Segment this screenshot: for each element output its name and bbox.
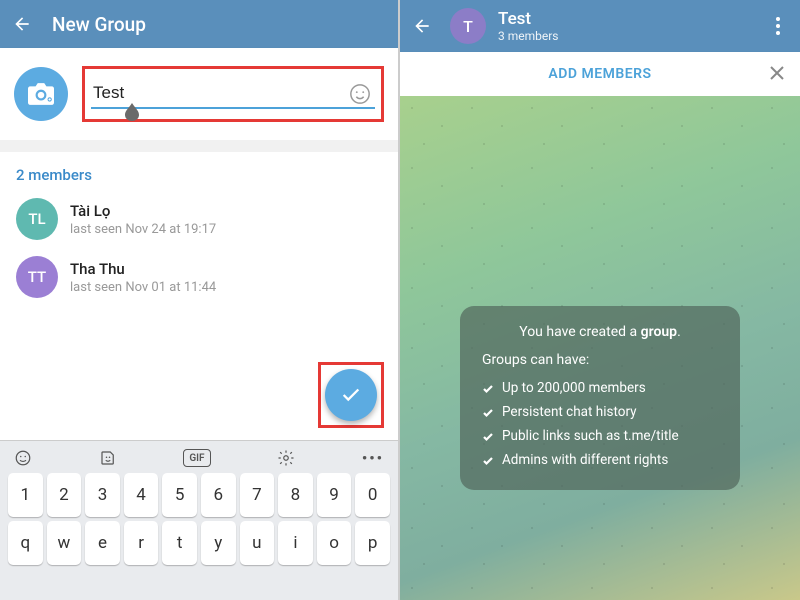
key-5[interactable]: 5 xyxy=(162,473,197,517)
member-row[interactable]: TT Tha Thu last seen Nov 01 at 11:44 xyxy=(0,248,398,306)
header-title: New Group xyxy=(52,13,146,36)
keyboard-number-row: 1234567890 xyxy=(4,473,394,521)
text-cursor-handle-icon[interactable] xyxy=(125,103,139,121)
key-8[interactable]: 8 xyxy=(278,473,313,517)
keyboard-letter-row: qwertyuiop xyxy=(4,521,394,569)
group-setup-section xyxy=(0,48,398,140)
bubble-feature-item: Persistent chat history xyxy=(482,400,718,424)
kb-gif-button[interactable]: GIF xyxy=(183,449,210,467)
members-count-label: 2 members xyxy=(0,152,398,190)
key-4[interactable]: 4 xyxy=(124,473,159,517)
divider xyxy=(0,140,398,152)
key-o[interactable]: o xyxy=(317,521,352,565)
bubble-subhead: Groups can have: xyxy=(482,352,718,368)
keyboard: GIF ••• 1234567890 qwertyuiop xyxy=(0,440,398,600)
confirm-button[interactable] xyxy=(325,369,377,421)
chat-title: Test xyxy=(498,9,766,29)
header: New Group xyxy=(0,0,398,48)
key-q[interactable]: q xyxy=(8,521,43,565)
member-avatar: TT xyxy=(16,256,58,298)
members-list: TL Tài Lọ last seen Nov 24 at 19:17 TT T… xyxy=(0,190,398,306)
emoji-icon[interactable] xyxy=(349,83,371,105)
member-name: Tài Lọ xyxy=(70,202,216,220)
key-t[interactable]: t xyxy=(162,521,197,565)
key-u[interactable]: u xyxy=(240,521,275,565)
key-9[interactable]: 9 xyxy=(317,473,352,517)
bubble-feature-item: Admins with different rights xyxy=(482,448,718,472)
member-name: Tha Thu xyxy=(70,260,216,278)
new-group-screen: New Group 2 members TL Tài Lọ last seen … xyxy=(0,0,400,600)
add-members-button[interactable]: ADD MEMBERS xyxy=(548,66,651,82)
key-e[interactable]: e xyxy=(85,521,120,565)
key-3[interactable]: 3 xyxy=(85,473,120,517)
key-6[interactable]: 6 xyxy=(201,473,236,517)
key-w[interactable]: w xyxy=(47,521,82,565)
key-i[interactable]: i xyxy=(278,521,313,565)
kb-emoji-icon[interactable] xyxy=(14,449,32,467)
key-y[interactable]: y xyxy=(201,521,236,565)
close-icon[interactable] xyxy=(768,64,786,86)
kb-settings-icon[interactable] xyxy=(277,449,295,467)
member-info: Tha Thu last seen Nov 01 at 11:44 xyxy=(70,260,216,295)
member-row[interactable]: TL Tài Lọ last seen Nov 24 at 19:17 xyxy=(0,190,398,248)
kb-sticker-icon[interactable] xyxy=(99,449,117,467)
keyboard-toolbar: GIF ••• xyxy=(4,445,394,473)
chat-header: T Test 3 members xyxy=(400,0,800,52)
back-arrow-icon[interactable] xyxy=(410,14,434,38)
bubble-feature-item: Public links such as t.me/title xyxy=(482,424,718,448)
key-p[interactable]: p xyxy=(355,521,390,565)
member-status: last seen Nov 01 at 11:44 xyxy=(70,280,216,295)
group-created-bubble: You have created a group. Groups can hav… xyxy=(460,306,740,490)
key-0[interactable]: 0 xyxy=(355,473,390,517)
member-status: last seen Nov 24 at 19:17 xyxy=(70,222,216,237)
bubble-feature-list: Up to 200,000 membersPersistent chat his… xyxy=(482,376,718,472)
group-avatar[interactable]: T xyxy=(450,8,486,44)
bubble-feature-item: Up to 200,000 members xyxy=(482,376,718,400)
member-info: Tài Lọ last seen Nov 24 at 19:17 xyxy=(70,202,216,237)
key-r[interactable]: r xyxy=(124,521,159,565)
group-chat-screen: T Test 3 members ADD MEMBERS You have cr… xyxy=(400,0,800,600)
confirm-fab-highlight xyxy=(318,362,384,428)
more-options-icon[interactable] xyxy=(766,14,790,38)
chat-header-text[interactable]: Test 3 members xyxy=(498,9,766,43)
kb-more-icon[interactable]: ••• xyxy=(362,449,384,467)
back-arrow-icon[interactable] xyxy=(10,12,34,36)
key-7[interactable]: 7 xyxy=(240,473,275,517)
add-photo-button[interactable] xyxy=(14,67,68,121)
member-avatar: TL xyxy=(16,198,58,240)
chat-background: You have created a group. Groups can hav… xyxy=(400,96,800,600)
key-2[interactable]: 2 xyxy=(47,473,82,517)
group-name-highlight xyxy=(82,66,384,122)
add-members-bar: ADD MEMBERS xyxy=(400,52,800,96)
chat-subtitle: 3 members xyxy=(498,29,766,43)
key-1[interactable]: 1 xyxy=(8,473,43,517)
bubble-headline: You have created a group. xyxy=(482,324,718,340)
